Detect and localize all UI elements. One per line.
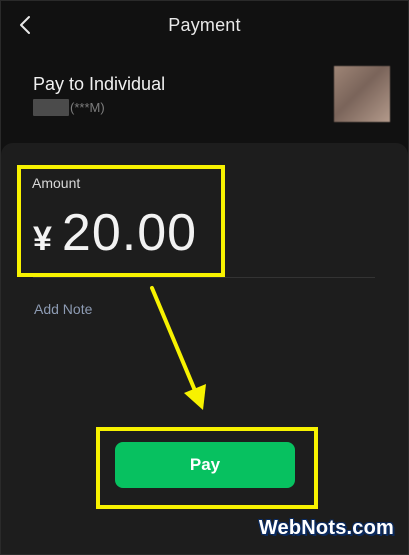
payee-masked-id: (***M) [70, 100, 105, 115]
amount-label: Amount [32, 175, 81, 191]
nav-bar: Payment [1, 1, 408, 51]
page-title: Payment [168, 15, 241, 35]
payment-screen: Payment Pay to Individual (***M) Amount … [0, 0, 409, 555]
add-note-link[interactable]: Add Note [34, 301, 92, 317]
amount-divider [33, 277, 375, 278]
payee-account: (***M) [33, 99, 105, 116]
amount-value: 20.00 [61, 204, 198, 262]
amount-input[interactable]: ¥ 20.00 [33, 203, 197, 263]
watermark-logo: WebNots.com [258, 517, 394, 539]
payment-sheet: Amount ¥ 20.00 Add Note [1, 143, 408, 554]
redacted-name-block [33, 99, 69, 116]
currency-symbol: ¥ [33, 220, 52, 258]
payee-card: Pay to Individual (***M) [1, 51, 408, 143]
payee-label: Pay to Individual [33, 74, 166, 94]
payee-avatar [334, 66, 390, 122]
pay-button[interactable]: Pay [115, 442, 295, 488]
